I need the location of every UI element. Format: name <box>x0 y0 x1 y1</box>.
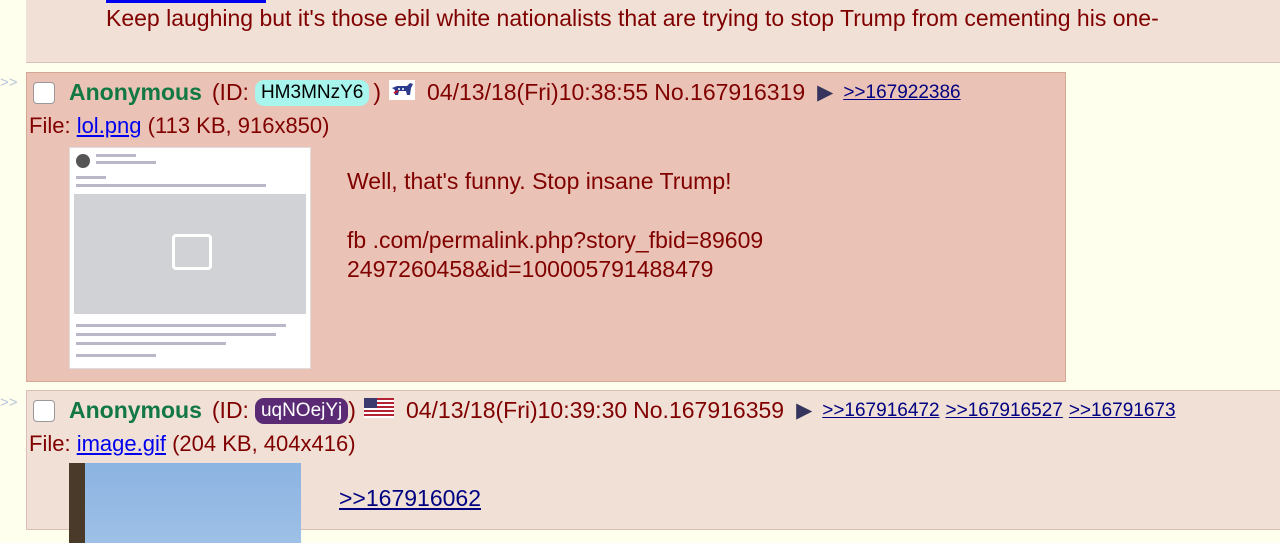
backlink[interactable]: >>167922386 <box>843 82 960 104</box>
post-info: Anonymous (ID: HM3MNzY6 ) 04/13/18(Fri)1… <box>33 79 967 106</box>
post-menu-arrow-icon[interactable]: ▶ <box>796 398 812 423</box>
file-link[interactable]: image.gif <box>77 431 166 456</box>
thumb-text-line <box>76 354 156 357</box>
poster-id-prefix: (ID: <box>211 397 249 423</box>
previous-post-comment: Keep laughing but it's those ebil white … <box>106 5 1159 31</box>
previous-post-link-fragment[interactable] <box>106 0 266 3</box>
post-info: Anonymous (ID: uqNOejYj ) 04/13/18(Fri)1… <box>33 397 1182 424</box>
thumb-text-line <box>76 176 106 179</box>
comment-line: 2497260458&id=100005791488479 <box>347 256 714 282</box>
backlink[interactable]: >>16791673 <box>1069 400 1176 422</box>
file-info: File: lol.png (113 KB, 916x850) <box>29 113 329 139</box>
file-thumbnail[interactable] <box>69 463 301 543</box>
poster-id-badge[interactable]: uqNOejYj <box>254 397 349 424</box>
thumb-text-line <box>96 161 156 164</box>
file-thumbnail[interactable] <box>69 147 311 369</box>
comment-line: Well, that's funny. Stop insane Trump! <box>347 168 732 194</box>
file-label: File: <box>29 113 71 138</box>
file-info: File: image.gif (204 KB, 404x416) <box>29 431 356 457</box>
file-label: File: <box>29 431 71 456</box>
post-167916359: Anonymous (ID: uqNOejYj ) 04/13/18(Fri)1… <box>26 390 1280 543</box>
democrat-donkey-flag-icon <box>389 79 416 106</box>
file-details: (204 KB, 404x416) <box>172 431 356 456</box>
post-select-checkbox[interactable] <box>33 399 55 422</box>
post-select-checkbox[interactable] <box>33 81 55 104</box>
comment-line: fb .com/permalink.php?story_fbid=89609 <box>347 227 764 253</box>
post-number[interactable]: No.167916359 <box>633 397 784 424</box>
thumb-text-line <box>76 342 226 345</box>
thumb-image-placeholder <box>74 194 306 314</box>
poster-id-prefix: (ID: <box>211 79 249 105</box>
image-placeholder-icon <box>172 234 212 270</box>
poster-name: Anonymous <box>69 397 202 423</box>
avatar <box>76 154 90 168</box>
poster-id-badge[interactable]: HM3MNzY6 <box>254 79 370 106</box>
backlink[interactable]: >>167916527 <box>946 400 1063 422</box>
poster-id-suffix: ) <box>348 397 356 423</box>
poster-id-suffix: ) <box>373 79 382 105</box>
thumb-text-line <box>76 333 276 336</box>
file-details: (113 KB, 916x850) <box>147 113 330 138</box>
poster-name: Anonymous <box>69 79 202 105</box>
backlink[interactable]: >>167916472 <box>822 400 939 422</box>
post-datetime: 04/13/18(Fri)10:38:55 <box>427 79 649 105</box>
thumb-text-line <box>76 184 266 187</box>
post-number[interactable]: No.167916319 <box>654 79 805 106</box>
file-link[interactable]: lol.png <box>77 113 142 138</box>
us-flag-icon <box>363 397 394 424</box>
side-arrow: >> <box>0 74 18 91</box>
post-comment: Well, that's funny. Stop insane Trump! f… <box>347 167 827 284</box>
quote-link[interactable]: >>167916062 <box>339 485 481 512</box>
thumb-text-line <box>96 154 136 157</box>
post-167916319: Anonymous (ID: HM3MNzY6 ) 04/13/18(Fri)1… <box>26 72 1066 382</box>
side-arrow: >> <box>0 394 18 411</box>
previous-post: Keep laughing but it's those ebil white … <box>26 0 1280 63</box>
thumb-text-line <box>76 324 286 327</box>
post-datetime: 04/13/18(Fri)10:39:30 <box>405 397 628 423</box>
post-menu-arrow-icon[interactable]: ▶ <box>817 80 833 105</box>
thumb-edge <box>69 463 85 543</box>
